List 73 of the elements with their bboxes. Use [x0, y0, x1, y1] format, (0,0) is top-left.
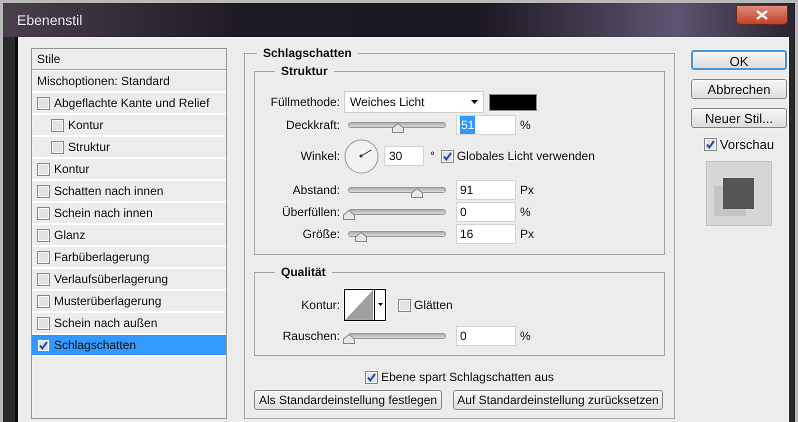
input-field[interactable]: 0 — [456, 202, 516, 222]
style-list-item[interactable]: Verlaufsüberlagerung — [32, 269, 226, 291]
dropdown[interactable]: Weiches Licht — [344, 91, 484, 113]
color-swatch[interactable] — [489, 94, 537, 110]
field-label: Kontur: — [300, 297, 340, 314]
checkbox[interactable] — [51, 140, 64, 154]
slider-thumb[interactable] — [343, 210, 355, 220]
field-label: Abstand: — [292, 182, 340, 199]
angle-dial[interactable] — [344, 138, 379, 174]
style-list-item[interactable]: Schatten nach innen — [32, 181, 226, 203]
unit-label: % — [520, 117, 531, 134]
checkbox[interactable] — [37, 184, 50, 198]
style-list-item[interactable]: Musterüberlagerung — [32, 291, 226, 313]
caret-icon — [471, 100, 478, 104]
checkbox[interactable] — [37, 272, 50, 286]
checkbox[interactable] — [37, 228, 50, 242]
checkbox[interactable] — [51, 118, 64, 132]
checkbox[interactable] — [37, 316, 50, 330]
style-list-item[interactable]: Kontur — [32, 159, 226, 181]
style-list-item[interactable]: Farbüberlagerung — [32, 247, 226, 269]
input-field[interactable]: 30 — [384, 146, 424, 166]
checkbox[interactable] — [37, 294, 50, 308]
button[interactable]: Abbrechen — [691, 79, 787, 99]
input-field[interactable]: 0 — [456, 326, 516, 346]
close-icon — [756, 10, 768, 20]
slider-thumb[interactable] — [411, 188, 424, 198]
style-list-item[interactable]: Kontur — [32, 115, 226, 137]
checkbox-label: Globales Licht verwenden — [456, 148, 595, 165]
field-label: Füllmethode: — [270, 94, 340, 111]
unit-label: % — [520, 328, 531, 345]
group-title: Struktur — [280, 63, 329, 80]
checkbox-label: Glätten — [414, 297, 453, 314]
checkbox[interactable] — [365, 370, 378, 384]
input-field[interactable]: 91 — [456, 180, 516, 200]
button[interactable]: OK — [691, 50, 787, 70]
contour-picker[interactable] — [344, 289, 386, 321]
window-title: Ebenenstil — [17, 11, 82, 30]
group-title: Qualität — [280, 264, 327, 281]
button[interactable]: Neuer Stil... — [691, 108, 787, 128]
style-list-item[interactable]: Glanz — [32, 225, 226, 247]
unit-label: Px — [520, 182, 534, 199]
unit-label: Px — [520, 226, 534, 243]
group-title: Schlagschatten — [262, 45, 353, 62]
checkbox[interactable] — [704, 138, 717, 152]
field-label: Überfüllen: — [280, 204, 340, 221]
field-label: Deckkraft: — [284, 117, 340, 134]
checkbox[interactable] — [440, 150, 454, 162]
style-list-item[interactable]: Schein nach innen — [32, 203, 226, 225]
style-list-item[interactable]: Mischoptionen: Standard — [32, 71, 226, 93]
style-list-item[interactable]: Abgeflachte Kante und Relief — [32, 93, 226, 115]
checkbox[interactable] — [37, 162, 50, 176]
checkbox[interactable] — [37, 250, 50, 264]
checkbox[interactable] — [37, 206, 50, 220]
style-list-item[interactable]: Struktur — [32, 137, 226, 159]
input-field[interactable]: 16 — [456, 224, 516, 244]
button[interactable]: Als Standardeinstellung festlegen — [254, 390, 442, 410]
checkbox[interactable] — [37, 338, 50, 352]
unit-label: % — [520, 204, 531, 221]
checkbox[interactable] — [398, 298, 411, 312]
slider-thumb[interactable] — [392, 123, 404, 133]
style-list-item[interactable]: Schlagschatten — [32, 335, 226, 357]
field-label: Rauschen: — [282, 328, 340, 345]
checkbox-label: Ebene spart Schlagschatten aus — [381, 369, 554, 386]
field-label: Größe: — [302, 226, 340, 243]
slider-thumb[interactable] — [343, 334, 355, 344]
checkbox[interactable] — [37, 96, 50, 110]
close-button[interactable] — [736, 5, 788, 25]
preview-thumbnail — [706, 160, 772, 226]
unit-label: ° — [430, 148, 435, 165]
checkbox-label: Vorschau — [720, 136, 774, 154]
slider-thumb[interactable] — [354, 232, 367, 242]
button[interactable]: Auf Standardeinstellung zurücksetzen — [453, 390, 663, 410]
field-label: Winkel: — [300, 148, 340, 165]
